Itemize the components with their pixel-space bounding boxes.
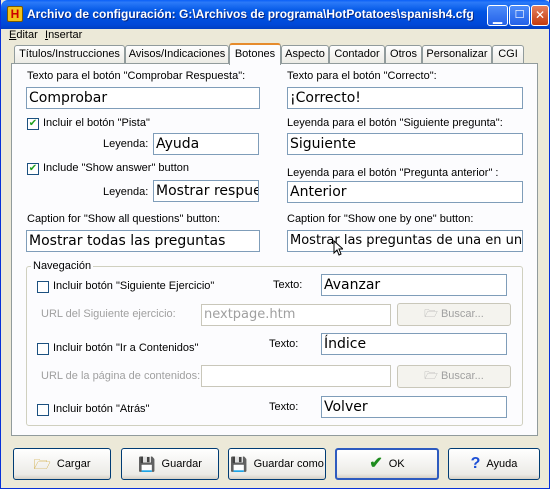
next-exercise-checkbox-label: Incluir botón "Siguiente Ejercicio" <box>53 280 215 292</box>
mouse-cursor-icon <box>333 240 343 256</box>
next-exercise-text-label: Texto: <box>273 279 303 291</box>
tab-avisos[interactable]: Avisos/Indicaciones <box>125 45 229 63</box>
check-button-input[interactable]: Comprobar <box>26 87 260 109</box>
help-button-label: Ayuda <box>486 458 518 470</box>
help-button[interactable]: ? Ayuda <box>448 448 540 480</box>
next-question-label: Leyenda para el botón "Siguiente pregunt… <box>287 117 503 129</box>
tab-contador[interactable]: Contador <box>329 45 385 63</box>
contents-text-input[interactable]: Índice <box>321 333 507 355</box>
next-exercise-url-label: URL del Siguiente ejercicio: <box>41 308 176 320</box>
hint-caption-input[interactable]: Ayuda <box>153 133 259 155</box>
menu-bar: Editar Insertar <box>3 29 549 43</box>
title-bar[interactable]: H Archivo de configuración: G:\Archivos … <box>1 0 550 29</box>
tab-otros[interactable]: Otros <box>385 45 422 63</box>
contents-url-input[interactable] <box>201 365 391 387</box>
next-exercise-text-input[interactable]: Avanzar <box>321 274 507 296</box>
load-button[interactable]: 🗁 Cargar <box>13 448 111 480</box>
hot-potatoes-icon: H <box>7 6 23 22</box>
question-mark-icon: ? <box>470 455 481 472</box>
browse-next-exercise-button[interactable]: 🗁 Buscar... <box>397 303 511 326</box>
back-checkbox-label: Incluir botón "Atrás" <box>53 403 150 415</box>
hint-caption-label: Leyenda: <box>103 138 149 150</box>
tab-titulos[interactable]: Títulos/Instrucciones <box>14 45 125 63</box>
contents-url-label: URL de la página de contenidos: <box>41 370 201 382</box>
folder-icon: 🗁 <box>424 308 441 320</box>
ok-button[interactable]: ✔ OK <box>335 448 439 480</box>
tab-cgi[interactable]: CGI <box>492 45 524 63</box>
show-answer-checkbox-label: Include "Show answer" button <box>43 162 190 174</box>
show-answer-checkbox[interactable]: ✔ <box>27 163 39 175</box>
show-all-label: Caption for "Show all questions" button: <box>27 213 221 225</box>
contents-checkbox-label: Incluir botón "Ir a Contenidos" <box>53 342 199 354</box>
back-checkbox[interactable] <box>37 404 49 416</box>
tab-botones[interactable]: Botones <box>229 43 281 65</box>
window-title: Archivo de configuración: G:\Archivos de… <box>27 7 474 21</box>
hint-checkbox[interactable]: ✔ <box>27 118 39 130</box>
floppy-disk-icon: 💾 <box>138 456 156 472</box>
folder-icon: 🗁 <box>424 370 441 382</box>
floppy-disk-icon: 💾 <box>230 456 248 472</box>
show-all-input[interactable]: Mostrar todas las preguntas <box>26 230 260 252</box>
save-as-button[interactable]: 💾 Guardar como <box>228 448 326 480</box>
browse-contents-button[interactable]: 🗁 Buscar... <box>397 365 511 388</box>
contents-checkbox[interactable] <box>37 343 49 355</box>
config-window: H Archivo de configuración: G:\Archivos … <box>0 0 550 489</box>
maximize-button[interactable]: ☐ <box>509 5 530 26</box>
check-button-label: Texto para el botón "Comprobar Respuesta… <box>27 70 246 82</box>
check-mark-icon: ✔ <box>369 455 383 472</box>
close-button[interactable]: ✕ <box>531 5 549 26</box>
open-folder-icon: 🗁 <box>33 456 51 472</box>
next-exercise-checkbox[interactable] <box>37 281 49 293</box>
back-text-input[interactable]: Volver <box>321 396 507 418</box>
show-answer-caption-input[interactable]: Mostrar respuest <box>153 180 259 202</box>
navigation-group-title: Navegación <box>31 260 94 272</box>
menu-editar[interactable]: Editar <box>9 29 38 41</box>
show-one-label: Caption for "Show one by one" button: <box>287 213 474 225</box>
tab-personalizar[interactable]: Personalizar <box>422 45 492 63</box>
save-button[interactable]: 💾 Guardar <box>121 448 219 480</box>
menu-insertar[interactable]: Insertar <box>45 29 82 41</box>
back-text-label: Texto: <box>269 401 299 413</box>
show-answer-caption-label: Leyenda: <box>103 186 149 198</box>
hint-checkbox-label: Incluir el botón "Pista" <box>43 117 150 129</box>
prev-question-label: Leyenda para el botón "Pregunta anterior… <box>287 167 499 179</box>
ok-button-label: OK <box>388 458 405 470</box>
correct-button-label: Texto para el botón "Correcto": <box>287 70 437 82</box>
contents-text-label: Texto: <box>269 338 299 350</box>
browse-contents-label: Buscar... <box>440 370 484 382</box>
tab-aspecto[interactable]: Aspecto <box>281 45 329 63</box>
next-exercise-url-input[interactable]: nextpage.htm <box>201 304 391 326</box>
save-as-button-label: Guardar como <box>253 458 324 470</box>
show-one-input[interactable]: Mostrar las preguntas de una en una <box>287 230 523 252</box>
prev-question-input[interactable]: Anterior <box>287 181 523 203</box>
next-question-input[interactable]: Siguiente <box>287 133 523 155</box>
correct-button-input[interactable]: ¡Correcto! <box>287 87 523 109</box>
save-button-label: Guardar <box>161 458 202 470</box>
load-button-label: Cargar <box>56 458 91 470</box>
minimize-button[interactable]: ▁ <box>487 5 508 26</box>
browse-next-exercise-label: Buscar... <box>440 308 484 320</box>
